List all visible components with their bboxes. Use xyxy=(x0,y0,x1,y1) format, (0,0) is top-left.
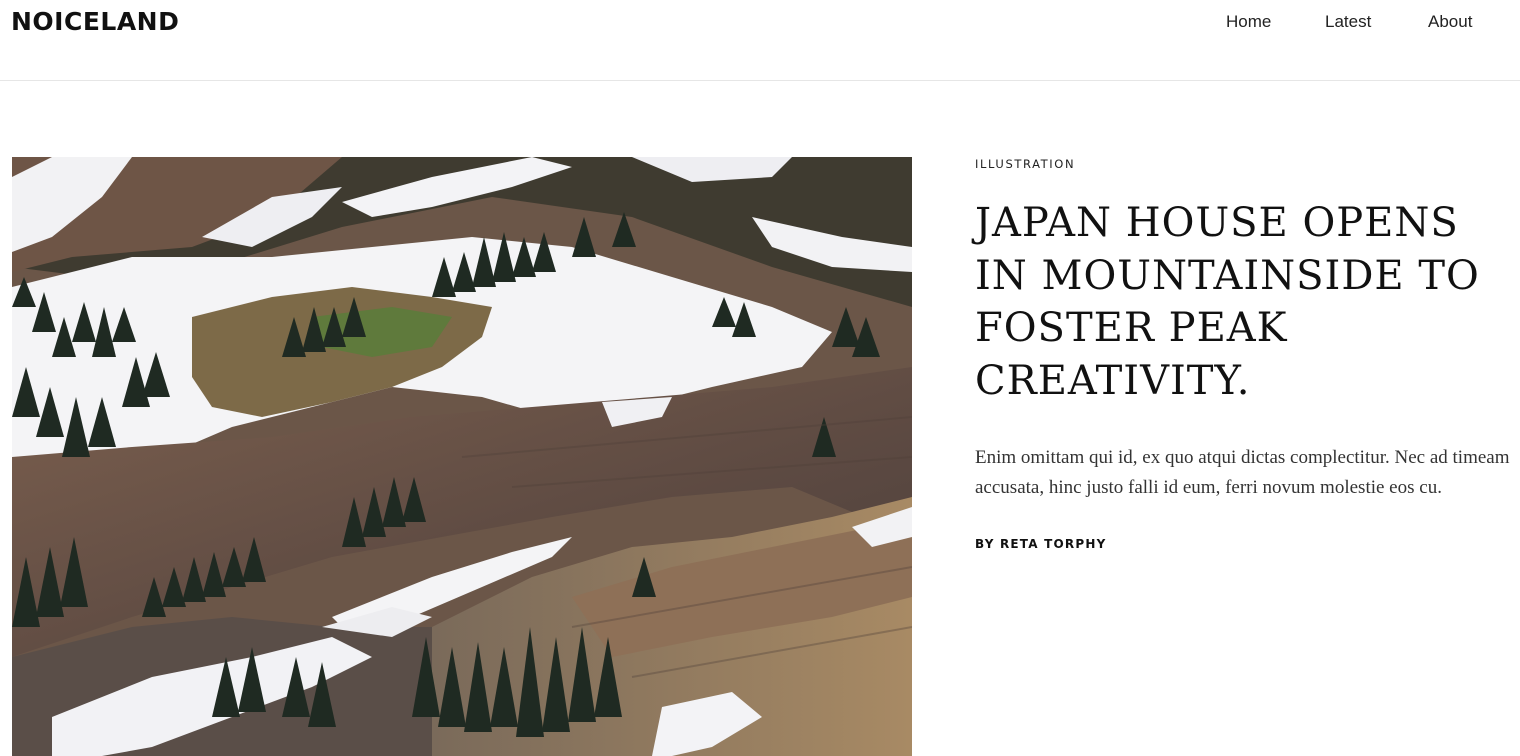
site-logo[interactable]: NOICELAND xyxy=(11,6,179,38)
mountain-landscape-image xyxy=(12,157,912,756)
site-header: NOICELAND Home Latest About xyxy=(0,0,1520,81)
nav-item-home[interactable]: Home xyxy=(1226,10,1271,34)
article-title[interactable]: JAPAN HOUSE OPENS IN MOUNTAINSIDE TO FOS… xyxy=(975,197,1515,407)
article-excerpt: Enim omittam qui id, ex quo atqui dictas… xyxy=(975,447,1510,498)
article-category[interactable]: ILLUSTRATION xyxy=(975,157,1515,171)
nav-item-about[interactable]: About xyxy=(1428,10,1472,34)
article-byline[interactable]: BY RETA TORPHY xyxy=(975,537,1515,551)
featured-article: ILLUSTRATION JAPAN HOUSE OPENS IN MOUNTA… xyxy=(975,157,1515,551)
featured-image[interactable] xyxy=(12,157,912,756)
nav-item-latest[interactable]: Latest xyxy=(1325,10,1371,34)
